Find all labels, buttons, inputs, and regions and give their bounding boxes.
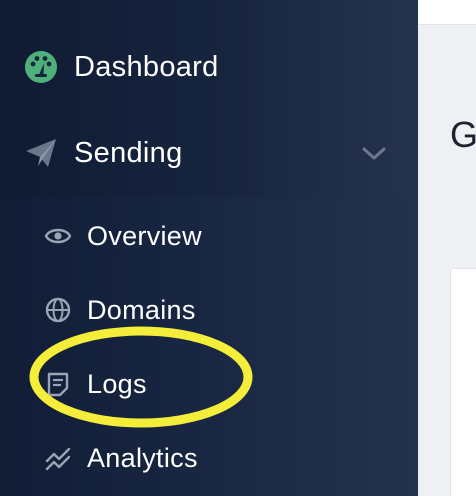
sidebar-subitem-label: Domains <box>87 294 196 325</box>
page-title: G <box>450 114 476 155</box>
sidebar-item-label: Dashboard <box>74 50 219 83</box>
sidebar-subitem-logs[interactable]: Logs <box>0 352 418 416</box>
dashboard-gauge-icon <box>24 50 58 84</box>
sidebar: Dashboard Sending Overview Domains Logs … <box>0 0 418 496</box>
sidebar-subitem-label: Overview <box>87 220 202 251</box>
analytics-chart-icon <box>44 444 72 472</box>
top-bar <box>418 0 476 25</box>
main-content: G <box>418 0 476 496</box>
sidebar-subitem-label: Logs <box>87 368 147 399</box>
log-document-icon <box>44 370 72 398</box>
chevron-down-icon[interactable] <box>358 137 390 169</box>
content-card <box>450 268 476 496</box>
sidebar-item-dashboard[interactable]: Dashboard <box>0 32 418 102</box>
sidebar-subitem-label: Analytics <box>87 442 198 473</box>
globe-icon <box>44 296 72 324</box>
sidebar-item-label: Sending <box>74 136 183 169</box>
sidebar-subitem-domains[interactable]: Domains <box>0 278 418 342</box>
sidebar-subitem-overview[interactable]: Overview <box>0 204 418 268</box>
eye-icon <box>44 222 72 250</box>
sidebar-item-sending[interactable]: Sending <box>0 118 418 188</box>
app-window: Dashboard Sending Overview Domains Logs … <box>0 0 476 496</box>
paper-plane-icon <box>24 136 58 170</box>
sidebar-subitem-analytics[interactable]: Analytics <box>0 426 418 490</box>
